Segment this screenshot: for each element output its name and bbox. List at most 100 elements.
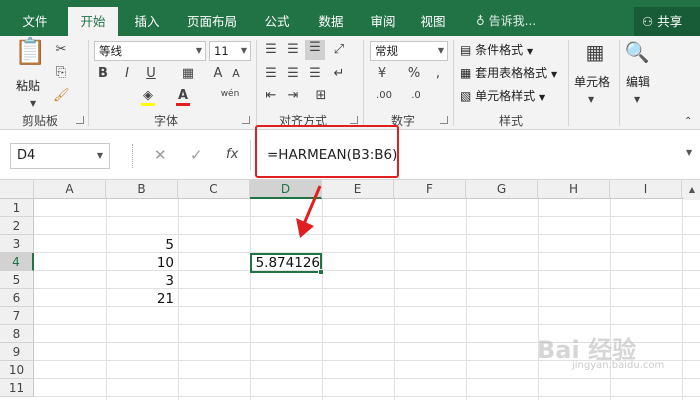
borders-icon[interactable]: ▦ [180,66,196,82]
cells-icon[interactable]: ▦ [582,42,608,70]
expand-formula-icon[interactable]: ▼ [686,148,692,157]
italic-button[interactable]: I [120,66,134,82]
increase-indent-icon[interactable]: ⇥ [284,88,302,104]
formula-bar-grip[interactable] [132,144,134,168]
conditional-formatting-button[interactable]: ▤ 条件格式 ▼ [460,42,533,60]
align-left-icon[interactable]: ☰ [262,66,280,82]
merge-center-icon[interactable]: ⊞ [312,88,330,104]
chevron-down-icon[interactable]: ▼ [30,96,36,112]
column-header-i[interactable]: I [610,180,682,199]
cell-b6[interactable]: 21 [106,290,174,308]
cell-styles-button[interactable]: ▧ 单元格样式 ▼ [460,88,545,106]
align-middle-icon[interactable]: ☰ [284,42,302,58]
row-header-7[interactable]: 7 [0,307,34,325]
column-header-g[interactable]: G [466,180,538,199]
tab-review[interactable]: 审阅 [360,7,406,36]
gridline [34,324,700,325]
phonetic-guide-button[interactable]: wén [218,86,242,102]
fill-color-icon[interactable]: ◈ [140,88,156,104]
select-all-corner[interactable] [0,180,34,199]
cell-b5[interactable]: 3 [106,272,174,290]
decrease-indent-icon[interactable]: ⇤ [262,88,280,104]
row-header-5[interactable]: 5 [0,271,34,289]
lightbulb-icon: ♁ [476,14,485,28]
align-center-icon[interactable]: ☰ [284,66,302,82]
format-as-table-button[interactable]: ▦ 套用表格格式 ▼ [460,65,557,83]
column-header-c[interactable]: C [178,180,250,199]
tab-home[interactable]: 开始 [68,7,118,36]
tab-data[interactable]: 数据 [306,7,356,36]
chevron-down-icon[interactable]: ▼ [634,92,640,108]
editing-button[interactable]: 编辑 [626,74,650,90]
tab-view[interactable]: 视图 [410,7,456,36]
table-icon: ▦ [460,66,472,80]
insert-function-icon[interactable]: fx [226,147,238,162]
copy-icon[interactable]: ⎘ [53,65,69,81]
chevron-down-icon[interactable]: ▼ [588,92,594,108]
cells-button[interactable]: 单元格 [574,74,610,90]
align-right-icon[interactable]: ☰ [306,66,324,82]
row-header-1[interactable]: 1 [0,199,34,217]
share-button[interactable]: ⚇ 共享 [634,7,700,36]
tell-me-search[interactable]: ♁ 告诉我... [476,7,536,36]
bold-button[interactable]: B [96,66,110,82]
tab-page-layout[interactable]: 页面布局 [176,7,248,36]
name-box[interactable]: D4 ▼ [10,143,110,169]
tab-file[interactable]: 文件 [10,7,60,36]
column-header-a[interactable]: A [34,180,106,199]
row-header-8[interactable]: 8 [0,325,34,343]
cell-b4[interactable]: 10 [106,254,174,272]
watermark-url-logo: jingyan.baidu.com [572,360,665,371]
gridline [394,199,395,400]
font-name-select[interactable]: 等线 ▼ [94,41,206,61]
currency-icon[interactable]: ¥ [372,66,392,82]
row-header-11[interactable]: 11 [0,379,34,397]
row-header-6[interactable]: 6 [0,289,34,307]
column-header-f[interactable]: F [394,180,466,199]
number-launcher-icon[interactable] [440,116,448,124]
font-shrink-icon[interactable]: A [228,66,244,82]
row-header-4[interactable]: 4 [0,253,34,271]
column-header-b[interactable]: B [106,180,178,199]
column-header-h[interactable]: H [538,180,610,199]
row-header-9[interactable]: 9 [0,343,34,361]
search-icon[interactable]: 🔍 [624,42,650,70]
paste-icon[interactable]: 📋 [14,39,46,76]
tab-formulas[interactable]: 公式 [252,7,302,36]
align-top-icon[interactable]: ☰ [262,42,280,58]
comma-style-icon[interactable]: , [430,66,446,82]
collapse-ribbon-icon[interactable]: ⌃ [684,114,692,130]
tab-insert[interactable]: 插入 [122,7,172,36]
ribbon-separator [568,40,569,126]
number-format-select[interactable]: 常规 ▼ [370,41,448,61]
font-grow-icon[interactable]: A [210,66,226,82]
row-header-10[interactable]: 10 [0,361,34,379]
wrap-text-icon[interactable]: ↵ [330,66,348,82]
column-header-e[interactable]: E [322,180,394,199]
fill-handle[interactable] [318,269,324,275]
align-bottom-icon[interactable]: ☰ [305,40,325,60]
paste-button[interactable]: 粘贴 [16,78,40,94]
font-launcher-icon[interactable] [242,116,250,124]
enter-icon[interactable]: ✓ [190,146,203,164]
increase-decimal-icon[interactable]: .00 [372,88,396,104]
gridline [466,199,467,400]
format-painter-icon[interactable]: 🖌 [53,88,70,104]
underline-button[interactable]: U [144,66,158,82]
scroll-up-icon[interactable]: ▲ [684,180,700,200]
font-group-label: 字体 [153,114,178,128]
alignment-launcher-icon[interactable] [350,116,358,124]
chevron-down-icon: ▼ [551,70,558,79]
ribbon-separator [88,40,89,126]
clipboard-launcher-icon[interactable] [76,116,84,124]
decrease-decimal-icon[interactable]: .0 [404,88,428,104]
row-header-2[interactable]: 2 [0,217,34,235]
cell-b3[interactable]: 5 [106,236,174,254]
font-size-select[interactable]: 11 ▼ [209,41,251,61]
orientation-icon[interactable]: ⤢ [330,42,348,58]
row-header-3[interactable]: 3 [0,235,34,253]
percent-icon[interactable]: % [406,66,422,82]
cut-icon[interactable]: ✂ [53,42,69,58]
font-color-icon[interactable]: A [176,88,190,104]
cancel-icon[interactable]: ✕ [154,146,167,164]
